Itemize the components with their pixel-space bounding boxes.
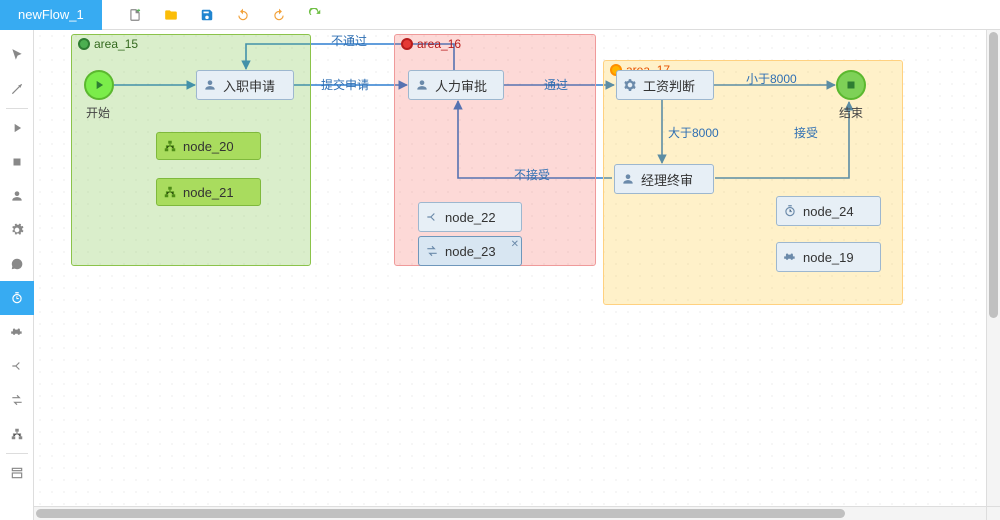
pointer-tool-icon[interactable] — [0, 38, 34, 72]
edge-label-accept: 接受 — [794, 124, 818, 141]
node-19[interactable]: node_19 — [776, 242, 881, 272]
area-dot-icon — [401, 38, 413, 50]
node-label: 人力审批 — [435, 76, 487, 95]
node-20[interactable]: node_20 — [156, 132, 261, 160]
switch-node-icon[interactable] — [0, 383, 34, 417]
branch-icon — [425, 210, 439, 224]
scroll-thumb[interactable] — [36, 509, 845, 518]
undo-icon[interactable] — [234, 6, 252, 24]
node-salary[interactable]: 工资判断 — [616, 70, 714, 100]
line-tool-icon[interactable] — [0, 72, 34, 106]
switch-icon — [425, 244, 439, 258]
area-dot-icon — [78, 38, 90, 50]
plugin-icon — [783, 250, 797, 264]
node-label: 工资判断 — [643, 76, 695, 95]
node-label: node_24 — [803, 204, 854, 219]
plugin-node-icon[interactable] — [0, 315, 34, 349]
flow-canvas[interactable]: area_15 area_16 area_17 开始 结束 入职申请 人力审批 … — [34, 30, 1000, 506]
tab-title: newFlow_1 — [18, 7, 84, 22]
stop-node-icon[interactable] — [0, 145, 34, 179]
node-label: 入职申请 — [223, 76, 275, 95]
branch-node-icon[interactable] — [0, 349, 34, 383]
user-icon — [621, 172, 635, 186]
divider — [6, 108, 28, 109]
play-node-icon[interactable] — [0, 111, 34, 145]
vertical-scrollbar[interactable] — [986, 30, 1000, 506]
node-apply[interactable]: 入职申请 — [196, 70, 294, 100]
end-label: 结束 — [839, 104, 863, 121]
open-folder-icon[interactable] — [162, 6, 180, 24]
node-21[interactable]: node_21 — [156, 178, 261, 206]
new-file-icon[interactable] — [126, 6, 144, 24]
side-toolbar — [0, 30, 34, 520]
node-hr[interactable]: 人力审批 — [408, 70, 504, 100]
message-node-icon[interactable] — [0, 247, 34, 281]
user-icon — [415, 78, 429, 92]
end-node[interactable] — [836, 70, 866, 100]
save-icon[interactable] — [198, 6, 216, 24]
start-label: 开始 — [86, 104, 110, 121]
edge-label-reject: 不接受 — [514, 166, 550, 183]
user-icon — [203, 78, 217, 92]
layout-tool-icon[interactable] — [0, 456, 34, 490]
area-label: area_16 — [417, 37, 461, 51]
start-node[interactable] — [84, 70, 114, 100]
flow-tab[interactable]: newFlow_1 — [0, 0, 102, 30]
area-header: area_15 — [78, 37, 138, 51]
gear-icon — [623, 78, 637, 92]
edge-label-pass: 通过 — [544, 76, 568, 93]
gear-node-icon[interactable] — [0, 213, 34, 247]
edge-label-gt8000: 大于8000 — [668, 124, 719, 141]
node-24[interactable]: node_24 — [776, 196, 881, 226]
scroll-corner — [986, 506, 1000, 520]
top-bar: newFlow_1 — [0, 0, 1000, 30]
area-label: area_15 — [94, 37, 138, 51]
node-22[interactable]: node_22 — [418, 202, 522, 232]
edge-label-fail: 不通过 — [331, 32, 367, 49]
refresh-icon[interactable] — [306, 6, 324, 24]
hierarchy-icon — [163, 139, 177, 153]
timer-icon — [783, 204, 797, 218]
user-node-icon[interactable] — [0, 179, 34, 213]
node-label: node_20 — [183, 139, 234, 154]
edge-label-lt8000: 小于8000 — [746, 70, 797, 87]
node-label: 经理终审 — [641, 170, 693, 189]
edge-label-submit: 提交申请 — [321, 76, 369, 93]
node-label: node_23 — [445, 244, 496, 259]
hierarchy-node-icon[interactable] — [0, 417, 34, 451]
close-icon[interactable]: ✕ — [511, 239, 519, 250]
area-header: area_16 — [401, 37, 461, 51]
horizontal-scrollbar[interactable] — [34, 506, 986, 520]
node-label: node_21 — [183, 185, 234, 200]
toolbar — [102, 0, 324, 30]
node-mgr[interactable]: 经理终审 — [614, 164, 714, 194]
node-23[interactable]: node_23 ✕ — [418, 236, 522, 266]
divider — [6, 453, 28, 454]
node-label: node_19 — [803, 250, 854, 265]
hierarchy-icon — [163, 185, 177, 199]
timer-node-icon[interactable] — [0, 281, 34, 315]
redo-icon[interactable] — [270, 6, 288, 24]
node-label: node_22 — [445, 210, 496, 225]
scroll-thumb[interactable] — [989, 32, 998, 318]
